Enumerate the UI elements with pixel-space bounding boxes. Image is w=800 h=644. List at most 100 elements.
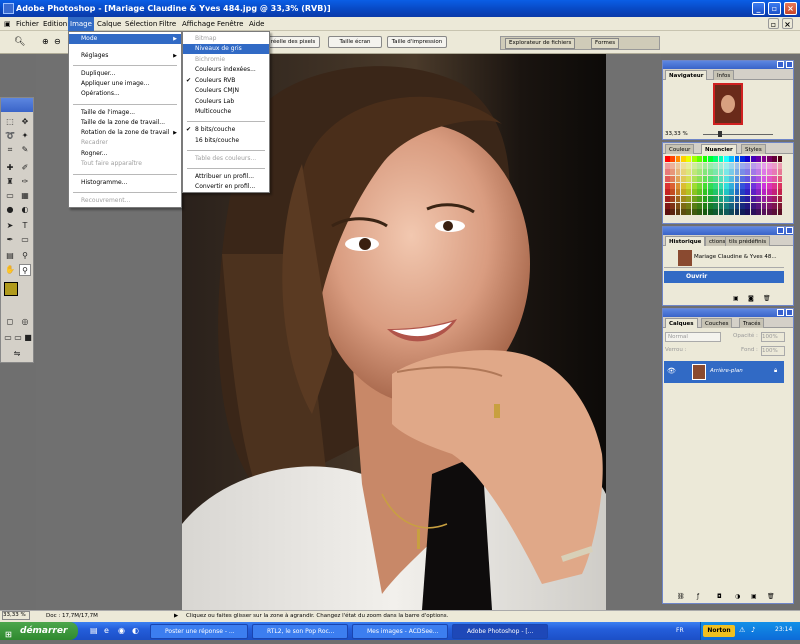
- swatch-cell[interactable]: [772, 189, 778, 196]
- palette-close-icon[interactable]: [786, 227, 793, 234]
- swatch-cell[interactable]: [766, 196, 772, 203]
- layer-name[interactable]: Arrière-plan: [710, 368, 743, 374]
- task-rtl2[interactable]: RTL2, le son Pop Roc...: [252, 624, 348, 639]
- menu-item-8-bits[interactable]: ✔ 8 bits/couche: [183, 125, 235, 135]
- shape-tool-icon[interactable]: ▭: [19, 234, 31, 246]
- swatch-cell[interactable]: [740, 156, 745, 163]
- swatch-cell[interactable]: [713, 196, 719, 203]
- swatch-cell[interactable]: [675, 176, 681, 183]
- swatch-cell[interactable]: [745, 196, 751, 203]
- swatch-cell[interactable]: [756, 189, 761, 196]
- type-tool-icon[interactable]: T: [19, 220, 31, 232]
- task-acdsee[interactable]: Mes images - ACDSee...: [352, 624, 448, 639]
- opacity-field[interactable]: 100%: [761, 332, 785, 342]
- tab-navigateur[interactable]: Navigateur: [665, 70, 708, 80]
- swatch-cell[interactable]: [665, 156, 670, 163]
- swatch-cell[interactable]: [777, 169, 783, 176]
- standard-mode-icon[interactable]: ◻: [4, 316, 16, 328]
- swatch-cell[interactable]: [707, 189, 713, 196]
- menu-calque[interactable]: Calque: [95, 17, 123, 31]
- doc-restore-button[interactable]: ▫: [768, 18, 779, 29]
- swatch-cell[interactable]: [686, 156, 692, 163]
- swatch-cell[interactable]: [734, 176, 740, 183]
- swatch-cell[interactable]: [707, 169, 713, 176]
- swatch-cell[interactable]: [670, 162, 676, 169]
- tray-volume-icon[interactable]: ♪: [751, 626, 755, 634]
- swatch-cell[interactable]: [750, 182, 756, 189]
- swatch-grid[interactable]: [665, 156, 783, 216]
- swatch-cell[interactable]: [718, 209, 724, 216]
- start-button[interactable]: ⊞ démarrer: [0, 622, 78, 640]
- swatch-cell[interactable]: [761, 162, 767, 169]
- swatch-cell[interactable]: [772, 169, 778, 176]
- swatch-cell[interactable]: [745, 156, 751, 163]
- zoom-in-icon[interactable]: ⊕: [42, 37, 49, 46]
- layer-style-icon[interactable]: ƒ: [697, 593, 699, 600]
- blur-tool-icon[interactable]: ●: [4, 204, 16, 216]
- swatch-cell[interactable]: [761, 189, 767, 196]
- blend-mode-select[interactable]: Normal: [665, 332, 721, 342]
- swatch-cell[interactable]: [777, 209, 783, 216]
- swatch-cell[interactable]: [750, 209, 756, 216]
- tray-security-icon[interactable]: ⚠: [739, 626, 745, 634]
- swatch-cell[interactable]: [670, 189, 676, 196]
- swatch-cell[interactable]: [734, 209, 740, 216]
- swatch-cell[interactable]: [761, 209, 767, 216]
- swatch-cell[interactable]: [670, 156, 676, 163]
- swatch-cell[interactable]: [772, 196, 778, 203]
- swatch-cell[interactable]: [702, 162, 708, 169]
- swatch-cell[interactable]: [750, 169, 756, 176]
- swatch-cell[interactable]: [681, 202, 686, 209]
- swatch-cell[interactable]: [745, 189, 751, 196]
- swatch-cell[interactable]: [691, 162, 697, 169]
- path-selection-tool-icon[interactable]: ➤: [4, 220, 16, 232]
- swatch-cell[interactable]: [686, 162, 692, 169]
- swatch-cell[interactable]: [724, 196, 729, 203]
- task-photoshop[interactable]: Adobe Photoshop - [...: [452, 624, 548, 639]
- history-snapshot-icon[interactable]: ◙: [748, 295, 754, 302]
- swatch-cell[interactable]: [729, 169, 735, 176]
- screen-mode-full-icon[interactable]: ■: [22, 332, 34, 344]
- swatch-cell[interactable]: [729, 209, 735, 216]
- swatch-cell[interactable]: [686, 189, 692, 196]
- swatch-cell[interactable]: [729, 189, 735, 196]
- hand-tool-icon[interactable]: ✋: [4, 264, 16, 276]
- tab-traces[interactable]: Tracés: [739, 318, 765, 328]
- swatch-cell[interactable]: [697, 202, 702, 209]
- swatch-cell[interactable]: [756, 196, 761, 203]
- palette-well-tab-file-browser[interactable]: Explorateur de fichiers: [505, 38, 576, 49]
- menu-filtre[interactable]: Filtre: [157, 17, 178, 31]
- swatch-cell[interactable]: [665, 196, 670, 203]
- swatch-cell[interactable]: [772, 176, 778, 183]
- swatch-cell[interactable]: [707, 176, 713, 183]
- swatch-cell[interactable]: [745, 202, 751, 209]
- menu-item-rogner[interactable]: Rogner...: [69, 149, 108, 159]
- swatch-cell[interactable]: [756, 202, 761, 209]
- swatch-cell[interactable]: [766, 156, 772, 163]
- swatch-cell[interactable]: [745, 169, 751, 176]
- swatch-cell[interactable]: [756, 182, 761, 189]
- menu-item-couleurs-rvb[interactable]: ✔ Couleurs RVB: [183, 76, 235, 86]
- menu-fenetre[interactable]: Fenêtre: [215, 17, 245, 31]
- swatch-cell[interactable]: [665, 202, 670, 209]
- swatch-cell[interactable]: [691, 196, 697, 203]
- menu-selection[interactable]: Sélection: [123, 17, 159, 31]
- foreground-color-swatch[interactable]: [4, 282, 18, 296]
- doc-close-button[interactable]: ×: [782, 18, 793, 29]
- menu-item-mode[interactable]: Mode ▶: [69, 34, 181, 44]
- eraser-tool-icon[interactable]: ▭: [4, 190, 16, 202]
- swatch-cell[interactable]: [718, 189, 724, 196]
- swatch-cell[interactable]: [665, 162, 670, 169]
- print-size-button[interactable]: Taille d'impression: [387, 36, 447, 48]
- swatch-cell[interactable]: [761, 202, 767, 209]
- swatch-cell[interactable]: [697, 162, 702, 169]
- swatch-cell[interactable]: [707, 162, 713, 169]
- swatch-cell[interactable]: [675, 162, 681, 169]
- swatch-cell[interactable]: [756, 162, 761, 169]
- navigator-thumbnail[interactable]: [713, 83, 743, 125]
- status-arrow-icon[interactable]: ▶: [174, 611, 178, 622]
- swatch-cell[interactable]: [713, 209, 719, 216]
- swatch-cell[interactable]: [777, 176, 783, 183]
- swatch-cell[interactable]: [675, 182, 681, 189]
- swatch-cell[interactable]: [756, 209, 761, 216]
